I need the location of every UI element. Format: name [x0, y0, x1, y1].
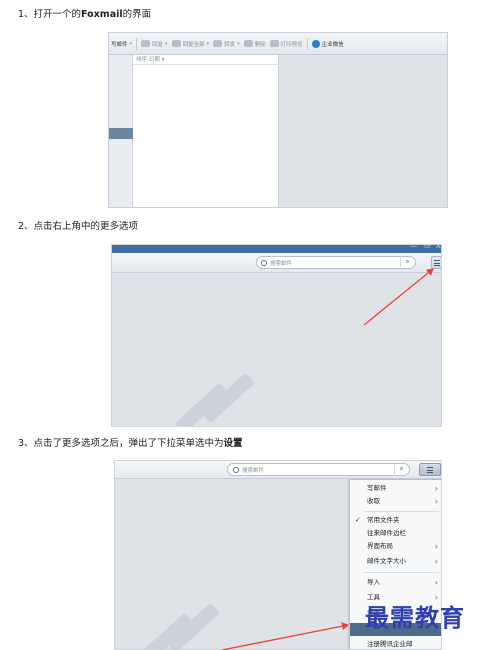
foxmail-main-window: 写邮件 ▾ 回复 ▾ 回复全部 ▾ 转发 ▾ 删除 打印预览 企业微信 排序:日期 ▾	[108, 32, 448, 208]
menu-divider	[364, 511, 439, 512]
search-icon	[233, 466, 239, 473]
brand-watermark: 最需教育	[365, 603, 465, 632]
chevron-down-icon: ▾	[161, 57, 165, 63]
search-icon	[261, 259, 267, 266]
restore-button[interactable]: ▭	[424, 245, 431, 250]
chevron-down-icon: ▾	[165, 40, 168, 47]
chevron-right-icon: ›	[434, 557, 438, 566]
chevron-down-icon: ▾	[206, 40, 210, 47]
reply-icon	[141, 40, 151, 47]
delete-icon	[243, 40, 253, 47]
menu-item-import[interactable]: 导入 ›	[350, 576, 441, 589]
delete-button[interactable]: 删除	[243, 37, 266, 51]
menu-item-receive[interactable]: 收取 ›	[350, 495, 441, 508]
folder-sidebar	[109, 55, 133, 207]
menu-item-mail-sidebar[interactable]: 往来邮件边栏	[350, 527, 441, 540]
menu-item-layout[interactable]: 界面布局 ›	[350, 540, 441, 553]
chevron-down-icon: ▾	[129, 40, 133, 47]
menu-item-font-size[interactable]: 邮件文字大小 ›	[350, 555, 441, 568]
reply-all-icon	[171, 40, 181, 47]
main-toolbar: 写邮件 ▾ 回复 ▾ 回复全部 ▾ 转发 ▾ 删除 打印预览 企业微信	[109, 33, 447, 55]
menu-item-register-tencent-mail[interactable]: 注册腾讯企业邮	[350, 638, 441, 649]
search-input[interactable]: 搜索邮件 ≽	[256, 256, 416, 269]
compose-button[interactable]: 写邮件 ▾	[111, 37, 132, 51]
toolbar-divider	[306, 37, 308, 50]
enterprise-wechat-button[interactable]: 企业微信	[311, 37, 344, 51]
print-preview-button[interactable]: 打印预览	[269, 37, 303, 51]
menu-list-icon	[434, 260, 440, 268]
chevron-right-icon: ›	[434, 484, 438, 493]
minimize-button[interactable]: —	[410, 245, 417, 250]
reply-button[interactable]: 回复 ▾	[141, 37, 168, 51]
toolbar-divider	[136, 37, 138, 50]
menu-item-common-folders[interactable]: ✓ 常用文件夹	[350, 514, 441, 527]
forward-button[interactable]: 转发 ▾	[213, 37, 240, 51]
menu-item-compose[interactable]: 写邮件 ›	[350, 482, 441, 495]
wechat-work-icon	[311, 39, 320, 48]
mail-list: 排序:日期 ▾	[133, 55, 279, 207]
chevron-down-icon[interactable]: ≽	[394, 465, 408, 474]
chevron-right-icon: ›	[434, 578, 438, 587]
check-icon: ✓	[355, 516, 361, 524]
top-toolbar: 搜索邮件 ≽	[112, 253, 441, 273]
step-3-title: 3、点击了更多选项之后，弹出了下拉菜单选中为设置	[18, 438, 243, 449]
forward-icon	[213, 40, 223, 47]
selected-folder[interactable]	[109, 128, 133, 139]
reply-all-button[interactable]: 回复全部 ▾	[171, 37, 210, 51]
chevron-right-icon: ›	[434, 542, 438, 551]
close-button[interactable]: X	[436, 245, 441, 250]
search-input[interactable]: 搜索邮件 ≽	[227, 463, 410, 476]
more-options-button[interactable]	[431, 256, 441, 269]
title-bar: — ▭ X	[112, 245, 441, 253]
menu-list-icon	[427, 467, 433, 475]
step-2-title: 2、点击右上角中的更多选项	[18, 221, 139, 232]
chevron-down-icon[interactable]: ≽	[400, 258, 414, 267]
more-options-button[interactable]	[419, 463, 441, 476]
top-toolbar: 搜索邮件 ≽	[115, 461, 441, 479]
menu-divider	[364, 572, 439, 573]
sort-by-date-dropdown[interactable]: 排序:日期 ▾	[133, 55, 278, 65]
chevron-down-icon: ▾	[237, 40, 240, 47]
printer-icon	[269, 40, 279, 47]
step-1-title: 1、打开一个的Foxmail的界面	[18, 9, 152, 20]
foxmail-top-bar-window: — ▭ X 搜索邮件 ≽	[111, 244, 442, 427]
chevron-right-icon: ›	[434, 497, 438, 506]
